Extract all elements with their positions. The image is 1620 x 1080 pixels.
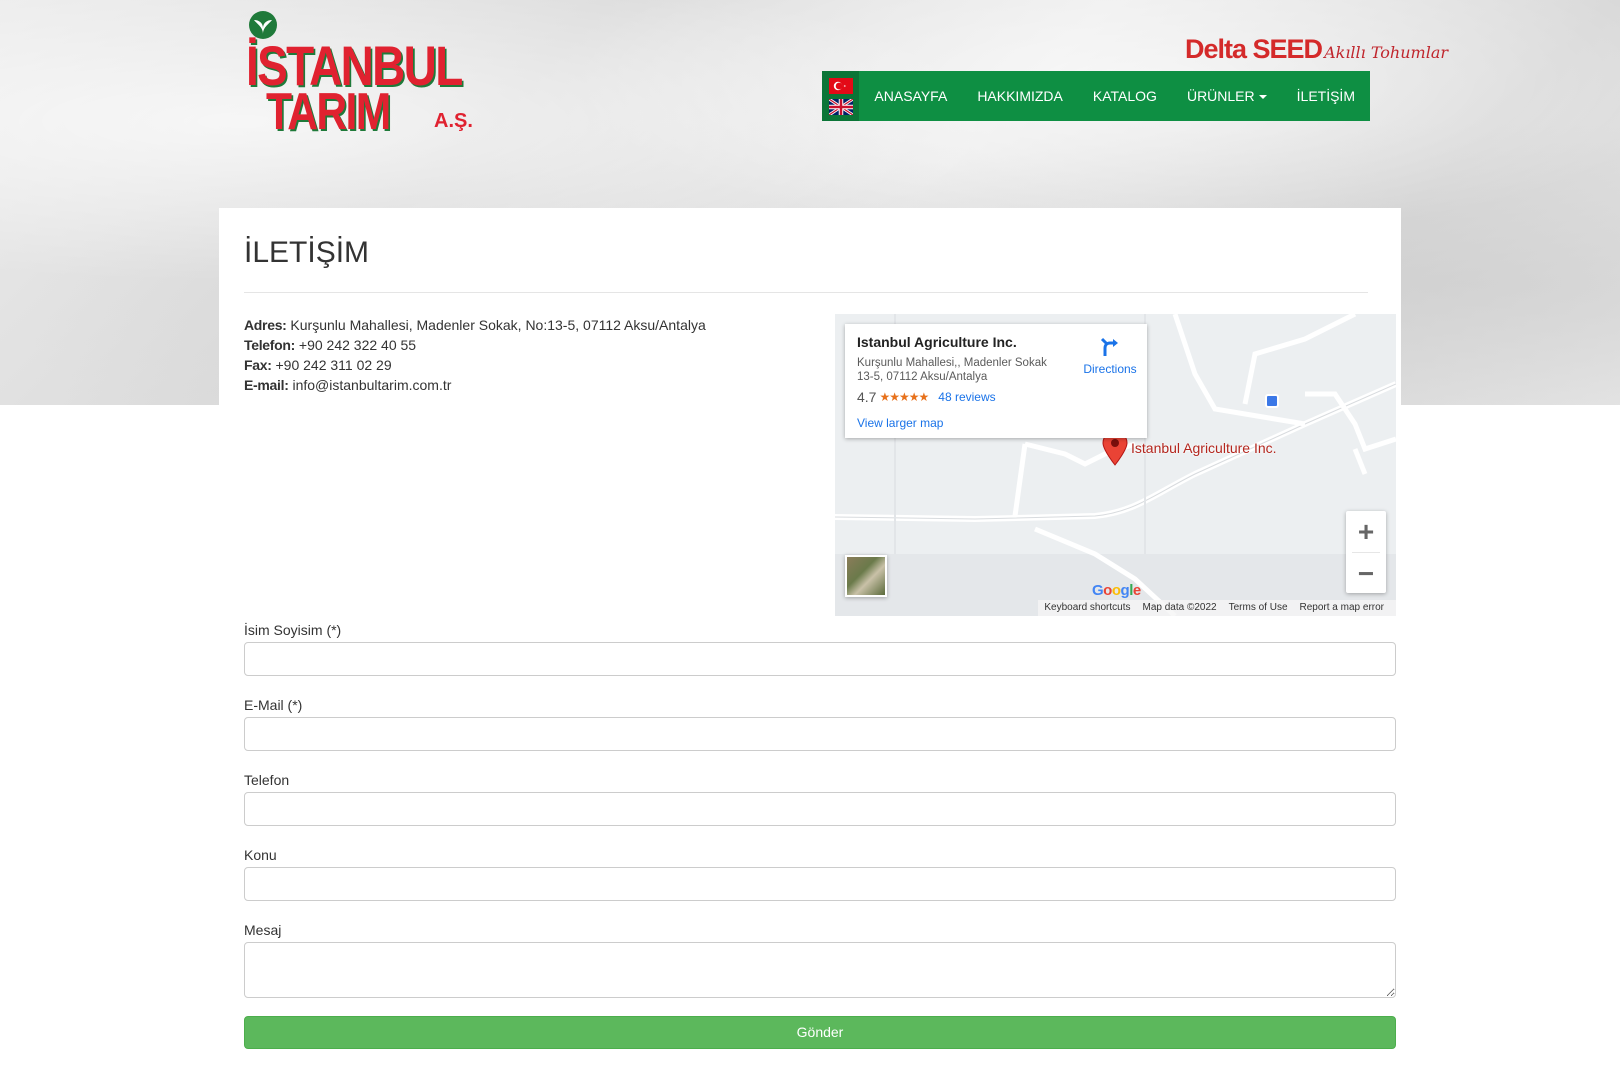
istanbul-tarim-logo[interactable]: İSTANBUL TARIM A.Ş.: [246, 8, 476, 141]
address-line: Adres: Kurşunlu Mahallesi, Madenler Soka…: [244, 315, 706, 335]
zoom-controls: + −: [1346, 511, 1386, 593]
nav-products[interactable]: ÜRÜNLER: [1172, 71, 1282, 121]
keyboard-shortcuts-link[interactable]: Keyboard shortcuts: [1038, 600, 1136, 616]
contact-info: Adres: Kurşunlu Mahallesi, Madenler Soka…: [244, 315, 706, 395]
rating-stars: ★★★★★: [879, 390, 929, 404]
map-attribution: Keyboard shortcuts Map data ©2022 Terms …: [1038, 600, 1396, 616]
fax-label: Fax:: [244, 357, 272, 373]
terms-of-use-link[interactable]: Terms of Use: [1223, 600, 1294, 616]
email-label: E-mail:: [244, 377, 289, 393]
submit-button[interactable]: Gönder: [244, 1016, 1396, 1049]
address-label: Adres:: [244, 317, 287, 333]
email-group: E-Mail (*): [244, 695, 1396, 770]
zoom-out-button[interactable]: −: [1346, 553, 1386, 594]
email-value[interactable]: info@istanbultarim.com.tr: [289, 377, 451, 393]
directions-button[interactable]: Directions: [1075, 336, 1145, 376]
google-logo: Google: [1092, 582, 1141, 599]
title-divider: [244, 292, 1368, 293]
phone-label: Telefon:: [244, 337, 296, 353]
delta-seed-brand: Delta SEED Akıllı Tohumlar: [1185, 34, 1448, 70]
page-title: İLETİŞİM: [244, 236, 370, 269]
nav-catalog[interactable]: KATALOG: [1078, 71, 1172, 121]
nav-contact[interactable]: İLETİŞİM: [1282, 71, 1370, 121]
name-group: İsim Soyisim (*): [244, 620, 1396, 695]
google-map[interactable]: Istanbul Agriculture Inc. Istanbul Agric…: [835, 314, 1396, 616]
name-input[interactable]: [244, 642, 1396, 676]
logo-text-line2: TARIM: [266, 83, 391, 141]
report-map-error-link[interactable]: Report a map error: [1294, 600, 1390, 616]
fax-value: +90 242 311 02 29: [271, 357, 392, 373]
address-value: Kurşunlu Mahallesi, Madenler Sokak, No:1…: [286, 317, 706, 333]
main-navbar: ANASAYFA HAKKIMIZDA KATALOG ÜRÜNLER İLET…: [822, 71, 1370, 121]
phone-field-label: Telefon: [244, 772, 290, 788]
contact-form: İsim Soyisim (*) E-Mail (*) Telefon Konu…: [244, 620, 1396, 998]
turkey-flag-icon[interactable]: [828, 77, 853, 94]
email-field-label: E-Mail (*): [244, 697, 303, 713]
map-pin-label: Istanbul Agriculture Inc.: [1131, 440, 1277, 456]
delta-tagline: Akıllı Tohumlar: [1324, 43, 1449, 62]
bus-stop-icon[interactable]: [1265, 394, 1279, 408]
zoom-in-button[interactable]: +: [1346, 511, 1386, 552]
directions-label: Directions: [1083, 362, 1137, 376]
caret-down-icon: [1258, 95, 1267, 100]
email-input[interactable]: [244, 717, 1396, 751]
email-line: E-mail: info@istanbultarim.com.tr: [244, 375, 706, 395]
logo-text-suffix: A.Ş.: [434, 110, 473, 132]
subject-input[interactable]: [244, 867, 1396, 901]
message-group: Mesaj: [244, 920, 1396, 998]
nav-about[interactable]: HAKKIMIZDA: [962, 71, 1078, 121]
place-rating: 4.7 ★★★★★ 48 reviews: [857, 389, 1135, 405]
nav-home[interactable]: ANASAYFA: [859, 71, 962, 121]
rating-value: 4.7: [857, 389, 877, 405]
directions-icon: [1100, 337, 1118, 356]
phone-group: Telefon: [244, 770, 1396, 845]
fax-line: Fax: +90 242 311 02 29: [244, 355, 706, 375]
reviews-link[interactable]: 48 reviews: [938, 390, 995, 404]
phone-value: +90 242 322 40 55: [295, 337, 417, 353]
subject-group: Konu: [244, 845, 1396, 920]
uk-flag-icon[interactable]: [828, 98, 853, 115]
map-data-text: Map data ©2022: [1142, 602, 1217, 613]
satellite-layer-toggle[interactable]: [845, 555, 887, 597]
place-address: Kurşunlu Mahallesi,, Madenler Sokak 13-5…: [857, 357, 1047, 383]
phone-line: Telefon: +90 242 322 40 55: [244, 335, 706, 355]
language-switcher: [822, 71, 860, 121]
delta-brand-text: Delta SEED: [1185, 34, 1323, 64]
map-info-card: Istanbul Agriculture Inc. Kurşunlu Mahal…: [845, 324, 1147, 438]
nav-products-label: ÜRÜNLER: [1186, 88, 1255, 104]
message-label: Mesaj: [244, 922, 282, 938]
subject-label: Konu: [244, 847, 277, 863]
message-textarea[interactable]: [244, 942, 1396, 998]
phone-input[interactable]: [244, 792, 1396, 826]
view-larger-map-link[interactable]: View larger map: [857, 416, 1135, 430]
name-label: İsim Soyisim (*): [244, 622, 342, 638]
